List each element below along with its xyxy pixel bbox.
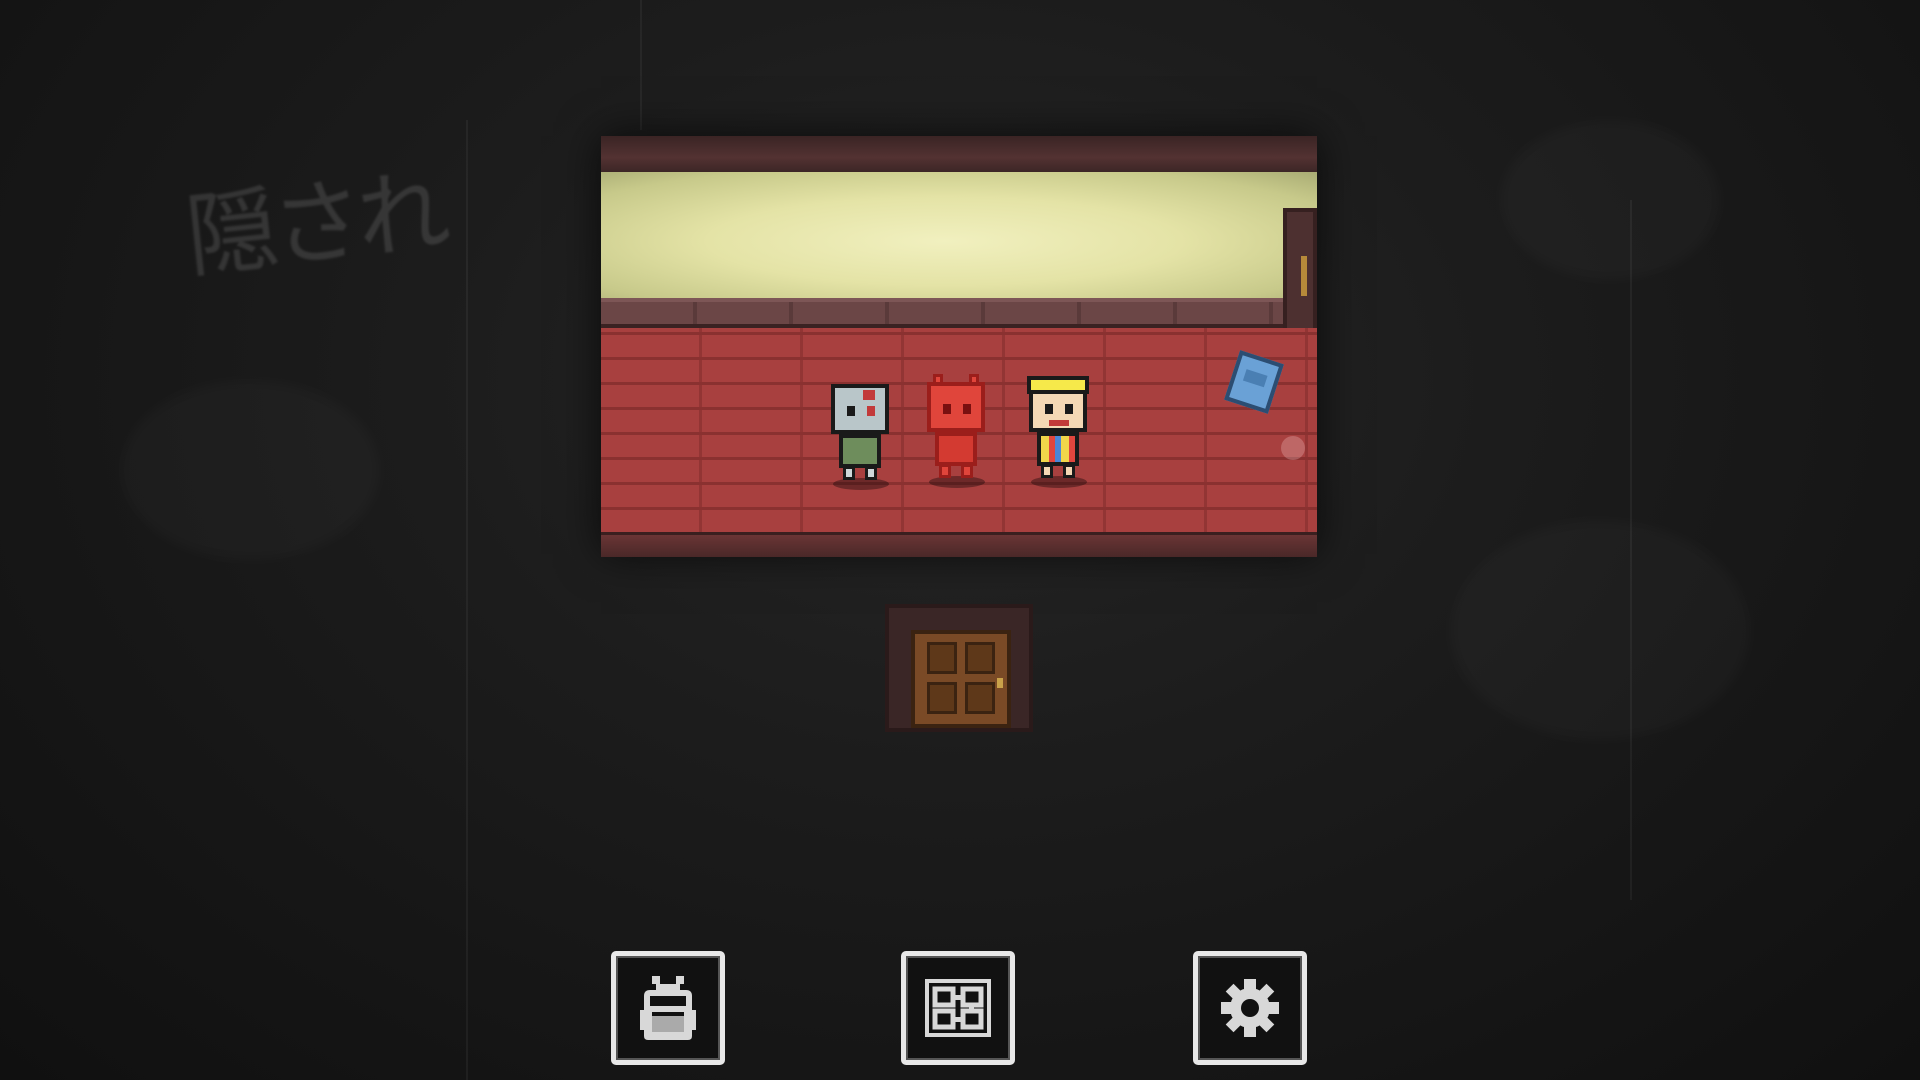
leg	[1063, 464, 1075, 478]
map-icon	[925, 979, 991, 1037]
leg	[865, 466, 877, 480]
room-view	[601, 136, 1317, 557]
leg	[939, 464, 951, 478]
baseboard	[601, 298, 1317, 328]
door-frame	[885, 604, 1033, 732]
door-panel	[965, 642, 995, 674]
demon-head	[927, 382, 985, 432]
clown-body	[1037, 432, 1079, 466]
eye	[1045, 404, 1053, 414]
side-door[interactable]	[1283, 208, 1317, 332]
wound	[863, 390, 875, 400]
wall-scratch	[640, 0, 642, 130]
clown-character[interactable]	[1021, 376, 1097, 488]
map-button[interactable]	[901, 951, 1015, 1065]
door-knob-icon	[997, 678, 1003, 688]
eye	[1065, 404, 1073, 414]
leg	[961, 464, 973, 478]
eye	[867, 406, 875, 416]
clown-hair	[1027, 376, 1089, 394]
wall-stain	[1500, 120, 1720, 280]
floor-glow	[1281, 436, 1305, 460]
shadow	[929, 476, 985, 488]
leg	[1041, 464, 1053, 478]
door-knob-icon	[1301, 256, 1307, 296]
eye	[847, 406, 855, 416]
shadow	[1031, 476, 1087, 488]
wall-stain	[120, 380, 380, 560]
notebook-label	[1242, 369, 1268, 388]
door-panel	[927, 682, 957, 714]
door-panel	[965, 682, 995, 714]
wall-scratch	[1630, 200, 1632, 900]
wall-stain	[1450, 520, 1750, 740]
floor-edge	[601, 532, 1317, 557]
mouth	[1049, 420, 1069, 426]
door[interactable]	[911, 630, 1011, 728]
backpack-icon	[640, 976, 696, 1040]
ceiling	[601, 136, 1317, 175]
eye	[963, 404, 971, 414]
demon-body	[935, 432, 977, 466]
eye	[943, 404, 951, 414]
zombie-head	[831, 384, 889, 434]
leg	[843, 466, 855, 480]
wall-writing: 隠され	[180, 157, 449, 292]
settings-button[interactable]	[1193, 951, 1307, 1065]
shadow	[833, 478, 889, 490]
wall-scratch	[466, 120, 468, 1080]
back-wall	[601, 172, 1317, 298]
door-panel	[927, 642, 957, 674]
red-demon-character[interactable]	[919, 374, 995, 488]
gear-icon	[1221, 979, 1279, 1037]
zombie-body	[839, 434, 881, 468]
zombie-character[interactable]	[823, 384, 899, 490]
game-stage: 隠され	[0, 0, 1920, 1080]
inventory-button[interactable]	[611, 951, 725, 1065]
